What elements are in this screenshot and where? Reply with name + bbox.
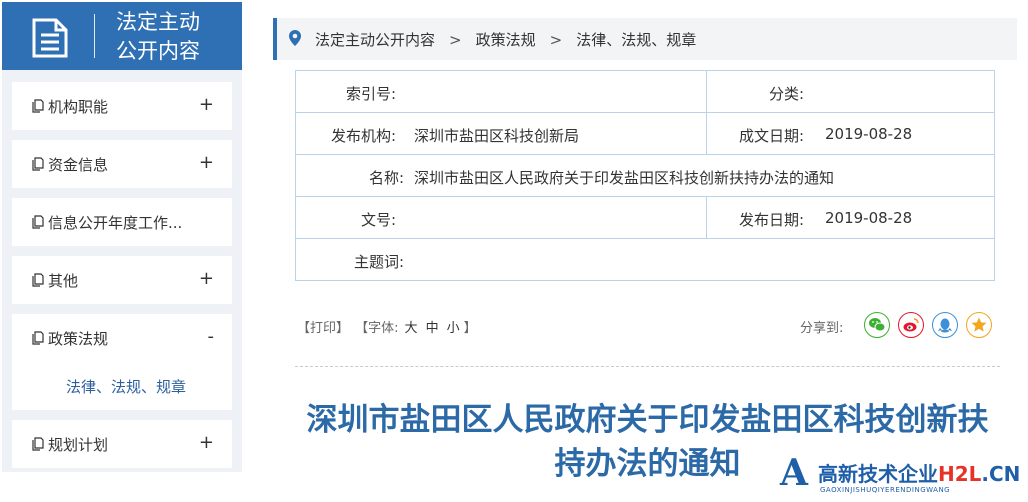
expand-icon[interactable]: +	[199, 94, 214, 115]
collapse-icon[interactable]: -	[208, 326, 215, 347]
watermark-cn-text: 高新技术企业	[818, 462, 938, 486]
sidebar-item-label: 政策法规	[48, 330, 109, 348]
meta-row: 文号: 发布日期: 2019-08-28	[296, 197, 994, 239]
sidebar-item-label: 机构职能	[48, 98, 109, 116]
name-label: 名称:	[368, 169, 404, 187]
left-sidebar: 法定主动 公开内容 机构职能 + 资金信息 + 信息公开年度工作... 其他 +…	[2, 2, 242, 472]
breadcrumb-item-falv[interactable]: 法律、法规、规章	[576, 31, 696, 49]
section-divider	[295, 366, 1000, 367]
publisher-label: 发布机构:	[330, 127, 396, 145]
sidebar-item-zhengce[interactable]: 政策法规 - 法律、法规、规章	[12, 314, 232, 410]
sidebar-item-jigou[interactable]: 机构职能 +	[12, 82, 232, 130]
qzone-icon	[971, 317, 987, 332]
page-icon	[32, 331, 44, 345]
created-date-value: 2019-08-28	[825, 125, 913, 143]
expand-icon[interactable]: +	[199, 152, 214, 173]
sidebar-title-line1: 法定主动	[116, 10, 200, 34]
sidebar-item-guihua[interactable]: 规划计划 +	[12, 420, 232, 468]
share-label: 分享到:	[800, 321, 844, 336]
location-pin-icon	[289, 30, 301, 46]
article-tools: 【打印】 【字体: 大中小】	[297, 317, 479, 336]
page-icon	[32, 99, 44, 113]
weibo-icon	[903, 318, 919, 332]
watermark-main-text: 高新技术企业H2L.CN	[818, 458, 1020, 487]
site-watermark: A 高新技术企业H2L.CN GAOXINJISHUQIYERENDINGWAN…	[780, 452, 1026, 500]
published-date-value: 2019-08-28	[825, 209, 913, 227]
sidebar-title-line2: 公开内容	[116, 39, 200, 63]
created-date-label: 成文日期:	[738, 127, 804, 145]
sidebar-item-label: 资金信息	[48, 156, 109, 174]
page-icon	[32, 215, 44, 229]
qq-icon	[938, 318, 952, 333]
weibo-share-button[interactable]	[898, 312, 924, 338]
font-medium-button[interactable]: 中	[426, 321, 439, 336]
breadcrumb-item-zhengce[interactable]: 政策法规	[476, 31, 536, 49]
sidebar-item-qita[interactable]: 其他 +	[12, 256, 232, 304]
sidebar-item-label: 其他	[48, 272, 79, 290]
sidebar-item-label: 规划计划	[48, 436, 109, 454]
doc-number-label: 文号:	[360, 211, 396, 229]
meta-row: 主题词:	[296, 239, 994, 281]
sidebar-subitem-falv[interactable]: 法律、法规、规章	[66, 376, 186, 397]
watermark-brand: H2L	[938, 462, 982, 486]
meta-row: 名称: 深圳市盐田区人民政府关于印发盐田区科技创新扶持办法的通知	[296, 155, 994, 197]
font-size-prefix: 【字体:	[355, 321, 399, 336]
published-date-label: 发布日期:	[738, 211, 804, 229]
header-divider	[94, 14, 95, 58]
watermark-sub-text: GAOXINJISHUQIYERENDINGWANG	[820, 486, 951, 494]
breadcrumb-separator: >	[449, 31, 462, 49]
subject-label: 主题词:	[353, 253, 404, 271]
meta-row: 发布机构: 深圳市盐田区科技创新局 成文日期: 2019-08-28	[296, 113, 994, 155]
wechat-icon	[869, 318, 886, 332]
article-title-line1: 深圳市盐田区人民政府关于印发盐田区科技创新扶	[306, 402, 989, 438]
meta-row: 索引号: 分类:	[296, 71, 994, 113]
index-label: 索引号:	[345, 85, 396, 103]
expand-icon[interactable]: +	[199, 432, 214, 453]
sidebar-title: 法定主动 公开内容	[116, 8, 200, 66]
category-label: 分类:	[768, 85, 804, 103]
print-button[interactable]: 【打印】	[297, 321, 349, 336]
publisher-value: 深圳市盐田区科技创新局	[414, 127, 580, 145]
sidebar-item-zijin[interactable]: 资金信息 +	[12, 140, 232, 188]
document-icon	[30, 18, 70, 62]
watermark-domain: .CN	[981, 462, 1021, 486]
font-large-button[interactable]: 大	[405, 321, 418, 336]
font-small-button[interactable]: 小	[447, 321, 460, 336]
sidebar-item-niandu[interactable]: 信息公开年度工作...	[12, 198, 232, 246]
watermark-logo-icon: A	[780, 452, 808, 494]
breadcrumb-separator: >	[549, 31, 563, 49]
sidebar-item-label: 信息公开年度工作...	[48, 214, 183, 232]
expand-icon[interactable]: +	[199, 268, 214, 289]
page-icon	[32, 273, 44, 287]
breadcrumb-item-gongkai[interactable]: 法定主动公开内容	[315, 31, 435, 49]
font-size-suffix: 】	[463, 321, 477, 336]
qzone-share-button[interactable]	[966, 312, 992, 338]
breadcrumb: 法定主动公开内容 > 政策法规 > 法律、法规、规章	[273, 18, 1017, 60]
wechat-share-button[interactable]	[864, 312, 890, 338]
sidebar-header: 法定主动 公开内容	[2, 2, 242, 70]
document-meta-table: 索引号: 分类: 发布机构: 深圳市盐田区科技创新局 成文日期: 2019-08…	[295, 70, 995, 281]
page-icon	[32, 437, 44, 451]
page-icon	[32, 157, 44, 171]
name-value: 深圳市盐田区人民政府关于印发盐田区科技创新扶持办法的通知	[414, 169, 835, 187]
qq-share-button[interactable]	[932, 312, 958, 338]
